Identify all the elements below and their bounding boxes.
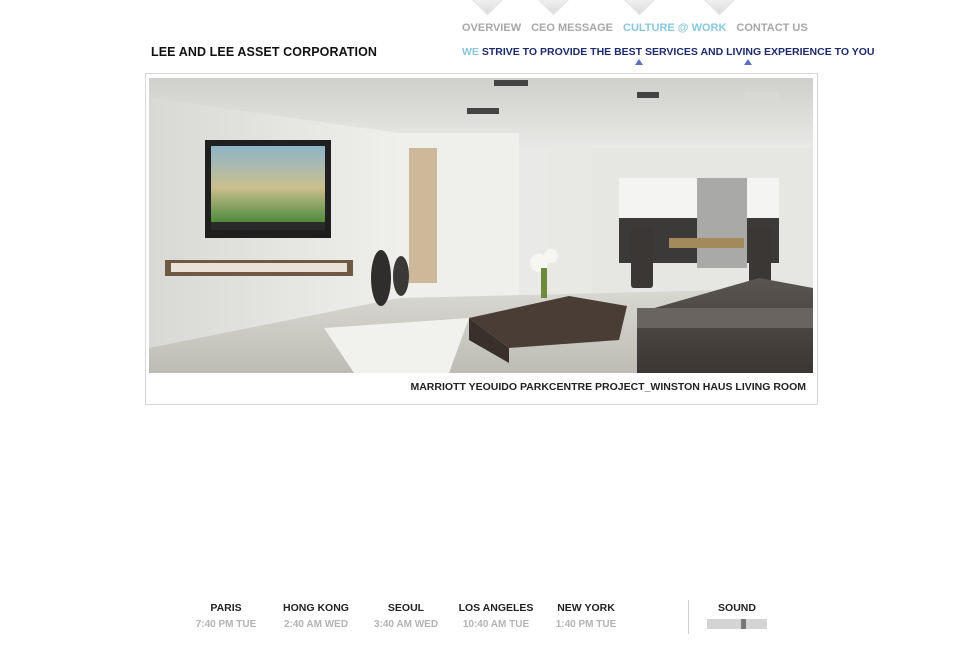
- nav-item-contact-us[interactable]: CONTACT US: [736, 22, 807, 34]
- living-room-photo: [149, 78, 813, 373]
- gallery-frame: MARRIOTT YEOUIDO PARKCENTRE PROJECT_WINS…: [145, 73, 818, 405]
- company-logo-text[interactable]: LEE AND LEE ASSET CORPORATION: [151, 45, 377, 59]
- clock-los-angeles: LOS ANGELES 10:40 AM TUE: [451, 602, 541, 630]
- nav-marker-arrow-icon: [744, 59, 752, 65]
- clock-time: 2:40 AM WED: [283, 619, 349, 630]
- clock-time: 3:40 AM WED: [373, 619, 439, 630]
- chevron-decoration: [617, 0, 662, 16]
- clock-city: LOS ANGELES: [458, 602, 534, 614]
- clock-city: PARIS: [210, 602, 242, 614]
- clock-time: 7:40 PM TUE: [195, 619, 257, 630]
- tagline-text: STRIVE TO PROVIDE THE BEST SERVICES AND …: [478, 46, 875, 58]
- nav-item-culture-at-work[interactable]: CULTURE @ WORK: [623, 22, 726, 34]
- clock-city: NEW YORK: [557, 602, 615, 614]
- clock-new-york: NEW YORK 1:40 PM TUE: [541, 602, 631, 630]
- clock-hong-kong: HONG KONG 2:40 AM WED: [271, 602, 361, 630]
- main-nav: OVERVIEW CEO MESSAGE CULTURE @ WORK CONT…: [462, 22, 818, 34]
- chevron-decoration: [697, 0, 742, 16]
- footer-divider: [688, 600, 689, 634]
- nav-item-overview[interactable]: OVERVIEW: [462, 22, 521, 34]
- sound-slider-handle[interactable]: [741, 619, 746, 629]
- clock-time: 1:40 PM TUE: [555, 619, 617, 630]
- chevron-decoration: [531, 0, 576, 16]
- gallery-caption: MARRIOTT YEOUIDO PARKCENTRE PROJECT_WINS…: [410, 381, 806, 393]
- nav-item-ceo-message[interactable]: CEO MESSAGE: [531, 22, 613, 34]
- clock-time: 10:40 AM TUE: [462, 619, 530, 630]
- chevron-decoration: [465, 0, 510, 16]
- clock-city: SEOUL: [387, 602, 425, 614]
- sound-label: SOUND: [718, 602, 756, 614]
- tagline: WE STRIVE TO PROVIDE THE BEST SERVICES A…: [462, 46, 875, 58]
- clock-paris: PARIS 7:40 PM TUE: [181, 602, 271, 630]
- gallery-photo[interactable]: [149, 78, 813, 373]
- tagline-prefix: WE: [462, 46, 479, 58]
- clock-city: HONG KONG: [283, 602, 349, 614]
- sound-volume-slider[interactable]: [707, 619, 767, 629]
- clock-seoul: SEOUL 3:40 AM WED: [361, 602, 451, 630]
- nav-marker-arrow-icon: [635, 59, 643, 65]
